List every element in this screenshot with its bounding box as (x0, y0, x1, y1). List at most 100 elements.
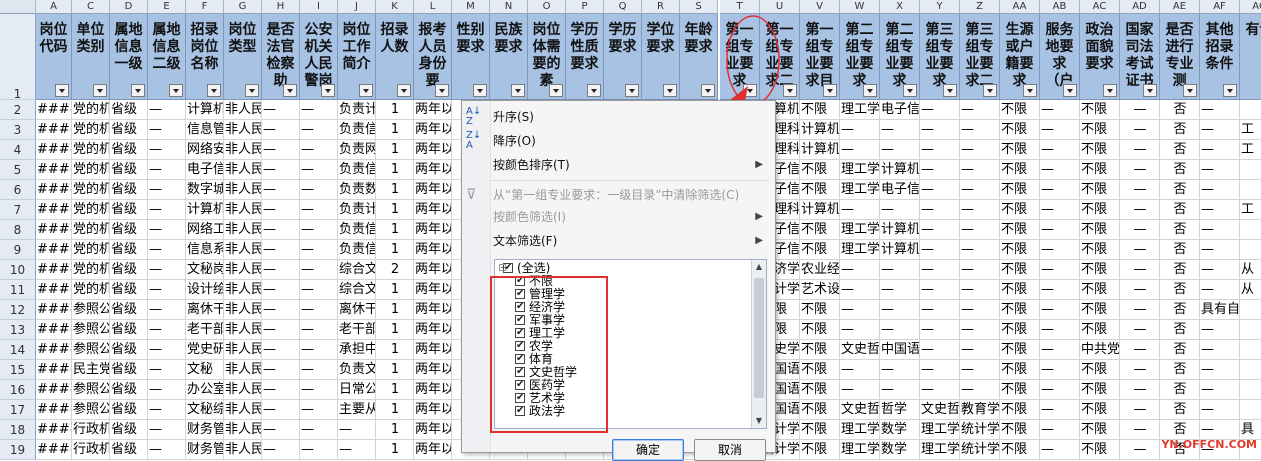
table-cell[interactable]: — (262, 300, 300, 320)
table-cell[interactable]: 两年以 (414, 320, 452, 340)
table-cell[interactable]: — (148, 160, 186, 180)
filter-dropdown-icon[interactable] (983, 84, 997, 97)
table-cell[interactable]: — (920, 160, 960, 180)
table-cell[interactable]: 两年以 (414, 240, 452, 260)
table-cell[interactable]: 两年以 (414, 200, 452, 220)
column-letter[interactable]: D (110, 0, 148, 14)
table-cell[interactable]: 1 (376, 180, 414, 200)
table-cell[interactable] (1240, 400, 1261, 420)
table-cell[interactable]: #### (36, 340, 72, 360)
filter-dropdown-icon[interactable] (131, 84, 145, 97)
table-cell[interactable]: 不限 (800, 300, 840, 320)
table-cell[interactable]: — (920, 280, 960, 300)
table-cell[interactable]: #### (36, 360, 72, 380)
table-cell[interactable]: 1 (376, 380, 414, 400)
table-cell[interactable]: 非人民 (224, 200, 262, 220)
checkbox-icon[interactable] (515, 326, 525, 339)
table-cell[interactable]: — (148, 100, 186, 120)
row-number[interactable]: 16 (0, 380, 36, 400)
table-cell[interactable] (1240, 180, 1261, 200)
table-cell[interactable]: — (960, 380, 1000, 400)
table-cell[interactable]: — (1040, 200, 1080, 220)
filter-dropdown-icon[interactable] (473, 84, 487, 97)
table-cell[interactable]: 不限 (1080, 100, 1120, 120)
menu-item-sort-asc[interactable]: 升序(S) (493, 107, 767, 127)
table-cell[interactable]: 负责计 (338, 100, 376, 120)
table-cell[interactable]: 教育学 (960, 400, 1000, 420)
table-cell[interactable]: — (148, 280, 186, 300)
table-cell[interactable]: #### (36, 100, 72, 120)
table-cell[interactable]: 否 (1160, 200, 1200, 220)
filter-dropdown-icon[interactable] (743, 84, 757, 97)
table-cell[interactable]: 非人民 (224, 320, 262, 340)
table-cell[interactable]: — (960, 300, 1000, 320)
table-cell[interactable]: 1 (376, 420, 414, 440)
header-cell[interactable]: 第二组专业要求 (840, 14, 880, 100)
table-cell[interactable]: 不限 (1000, 100, 1040, 120)
menu-item-sort-by-color[interactable]: 按颜色排序(T) ▶ (493, 155, 767, 175)
table-cell[interactable]: 1 (376, 440, 414, 460)
table-cell[interactable]: — (148, 320, 186, 340)
header-cell[interactable]: 招录人数 (376, 14, 414, 100)
table-cell[interactable]: — (1040, 120, 1080, 140)
table-cell[interactable]: — (880, 120, 920, 140)
table-cell[interactable]: 日常公 (338, 380, 376, 400)
table-cell[interactable] (1240, 240, 1261, 260)
table-cell[interactable]: — (1200, 400, 1240, 420)
table-cell[interactable]: #### (36, 280, 72, 300)
header-cell[interactable]: 属地信息一级 (110, 14, 148, 100)
table-cell[interactable]: 不限 (1080, 440, 1120, 460)
table-cell[interactable]: 不限 (1080, 220, 1120, 240)
filter-dropdown-icon[interactable] (587, 84, 601, 97)
table-cell[interactable]: #### (36, 240, 72, 260)
table-cell[interactable]: 1 (376, 120, 414, 140)
table-cell[interactable]: — (880, 300, 920, 320)
table-cell[interactable]: — (262, 340, 300, 360)
table-cell[interactable] (1240, 320, 1261, 340)
table-cell[interactable]: — (148, 440, 186, 460)
table-cell[interactable]: #### (36, 200, 72, 220)
table-cell[interactable]: 参照公 (72, 340, 110, 360)
table-cell[interactable]: 不限 (800, 180, 840, 200)
table-cell[interactable]: 两年以 (414, 220, 452, 240)
filter-dropdown-icon[interactable] (823, 84, 837, 97)
table-cell[interactable]: 非人民 (224, 300, 262, 320)
table-cell[interactable]: 省级 (110, 200, 148, 220)
checkbox-icon[interactable] (515, 365, 525, 378)
table-cell[interactable]: 非人民 (224, 140, 262, 160)
table-cell[interactable]: 综合文 (338, 280, 376, 300)
table-cell[interactable]: — (148, 200, 186, 220)
table-cell[interactable]: — (1040, 380, 1080, 400)
table-cell[interactable]: — (338, 440, 376, 460)
table-cell[interactable]: — (262, 220, 300, 240)
table-cell[interactable]: 不限 (800, 220, 840, 240)
table-cell[interactable]: 党的机 (72, 200, 110, 220)
filter-dropdown-icon[interactable] (663, 84, 677, 97)
table-cell[interactable]: — (1200, 260, 1240, 280)
table-cell[interactable]: 不限 (1080, 160, 1120, 180)
table-cell[interactable]: — (1040, 320, 1080, 340)
table-cell[interactable]: 具有自 (1200, 300, 1240, 320)
table-cell[interactable]: — (1200, 220, 1240, 240)
header-cell[interactable]: 国家司法考试证书 (1120, 14, 1160, 100)
table-cell[interactable]: — (960, 200, 1000, 220)
table-cell[interactable]: 不限 (1000, 300, 1040, 320)
table-cell[interactable]: 不限 (1080, 140, 1120, 160)
header-cell[interactable]: 其他招录条件 (1200, 14, 1240, 100)
table-cell[interactable]: — (300, 360, 338, 380)
table-cell[interactable]: 不限 (1000, 160, 1040, 180)
table-cell[interactable]: 文秘 (186, 360, 224, 380)
table-cell[interactable]: 1 (376, 280, 414, 300)
table-cell[interactable]: — (262, 400, 300, 420)
table-cell[interactable]: 参照公 (72, 300, 110, 320)
row-number[interactable]: 11 (0, 280, 36, 300)
checkbox-icon[interactable] (515, 339, 525, 352)
table-cell[interactable]: 两年以 (414, 100, 452, 120)
table-cell[interactable]: 文史哲 (840, 340, 880, 360)
table-cell[interactable]: — (262, 180, 300, 200)
table-cell[interactable]: 省级 (110, 340, 148, 360)
table-cell[interactable]: 理工学 (920, 440, 960, 460)
table-cell[interactable]: — (1120, 140, 1160, 160)
table-cell[interactable]: — (1120, 360, 1160, 380)
table-cell[interactable]: — (920, 300, 960, 320)
